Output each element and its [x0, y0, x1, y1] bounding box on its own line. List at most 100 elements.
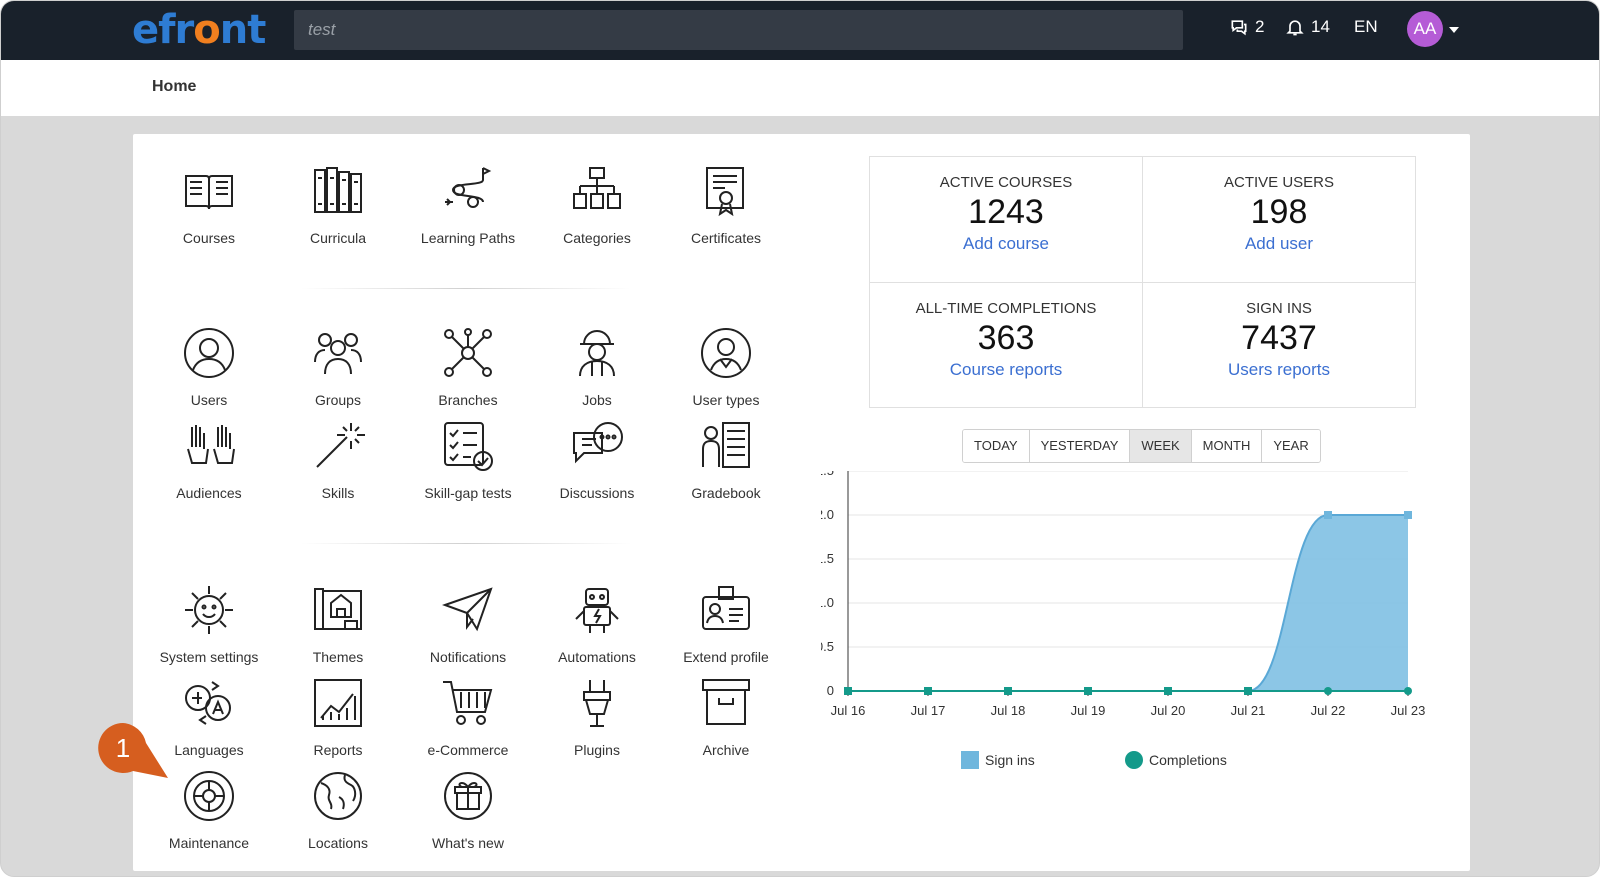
gift-badge-icon [444, 772, 492, 820]
id-card-icon [702, 586, 750, 630]
tile-locations[interactable]: Locations [273, 769, 403, 851]
tile-certificates[interactable]: Certificates [661, 164, 791, 246]
sign-ins-point [1004, 687, 1012, 695]
stat-title: ALL-TIME COMPLETIONS [915, 300, 1097, 317]
archive-box-icon [702, 679, 750, 725]
tile-plugins[interactable]: Plugins [532, 676, 662, 758]
plug-icon [583, 680, 611, 727]
network-icon [444, 328, 492, 377]
paper-plane-icon [442, 587, 493, 632]
add-course-link[interactable]: Add course [870, 234, 1142, 254]
legend-completions[interactable]: Completions [1125, 751, 1227, 769]
sign-ins-point [1244, 687, 1252, 695]
x-tick-label: Jul 19 [1071, 703, 1106, 718]
tile-skill-gap-tests[interactable]: Skill-gap tests [403, 419, 533, 501]
period-month-button[interactable]: MONTH [1191, 430, 1263, 462]
user-icon [184, 328, 234, 378]
users-reports-link[interactable]: Users reports [1143, 360, 1415, 380]
tile-label: Skill-gap tests [424, 485, 512, 501]
tile-user-types[interactable]: User types [661, 326, 791, 408]
tile-jobs[interactable]: Jobs [532, 326, 662, 408]
app-window: efront test 2 14 EN AA Home Courses Curr… [0, 0, 1600, 877]
group-icon [314, 333, 362, 375]
tile-label: What's new [432, 835, 504, 851]
tile-label: Locations [308, 835, 368, 851]
blueprint-icon [314, 588, 362, 630]
step-callout: 1 [98, 723, 168, 778]
tile-branches[interactable]: Branches [403, 326, 533, 408]
completions-point [1324, 687, 1332, 695]
tile-label: Maintenance [168, 835, 250, 851]
tile-courses[interactable]: Courses [144, 164, 274, 246]
user-type-icon [701, 328, 751, 378]
checklist-icon [444, 422, 493, 471]
tile-archive[interactable]: Archive [661, 676, 791, 758]
messages-button[interactable]: 2 [1229, 17, 1264, 37]
y-tick-label: 2.5 [821, 471, 834, 478]
avatar[interactable]: AA [1407, 11, 1443, 47]
stat-title: ACTIVE USERS [1223, 174, 1335, 191]
notifications-count: 14 [1311, 17, 1330, 36]
chevron-down-icon[interactable] [1449, 27, 1459, 33]
tile-extend-profile[interactable]: Extend profile [661, 583, 791, 665]
chat-icon [1231, 20, 1247, 36]
efront-logo[interactable]: efront [132, 7, 266, 53]
period-yesterday-button[interactable]: YESTERDAY [1029, 430, 1131, 462]
tile-label: Curricula [309, 230, 366, 246]
y-tick-label: 0.5 [821, 639, 834, 654]
tile-themes[interactable]: Themes [273, 583, 403, 665]
tile-discussions[interactable]: Discussions [532, 419, 662, 501]
tile-whats-new[interactable]: What's new [403, 769, 533, 851]
tile-audiences[interactable]: Audiences [144, 419, 274, 501]
legend-label: Sign ins [985, 752, 1035, 768]
x-tick-label: Jul 21 [1231, 703, 1266, 718]
add-user-link[interactable]: Add user [1143, 234, 1415, 254]
speech-bubbles-icon [573, 422, 623, 464]
tile-label: Users [190, 392, 228, 408]
course-reports-link[interactable]: Course reports [870, 360, 1142, 380]
tile-skills[interactable]: Skills [273, 419, 403, 501]
legend-sign-ins[interactable]: Sign ins [961, 751, 1035, 769]
tile-label: Groups [315, 392, 361, 408]
legend-swatch-completions [1125, 751, 1143, 769]
y-tick-label: 2.0 [821, 507, 834, 522]
breadcrumb-home[interactable]: Home [152, 78, 196, 96]
period-today-button[interactable]: TODAY [963, 430, 1030, 462]
tile-system-settings[interactable]: System settings [144, 583, 274, 665]
tile-label: Reports [313, 742, 363, 758]
sign-ins-point [1324, 511, 1332, 519]
tile-reports[interactable]: Reports [273, 676, 403, 758]
sign-ins-point [1404, 511, 1412, 519]
tile-label: Themes [312, 649, 364, 665]
x-tick-label: Jul 23 [1391, 703, 1426, 718]
tile-label: Discussions [559, 485, 635, 501]
search-input[interactable]: test [294, 10, 1183, 50]
tile-label: Gradebook [691, 485, 761, 501]
sign-ins-point [1084, 687, 1092, 695]
y-tick-label: 1.5 [821, 551, 834, 566]
legend-swatch-sign-ins [961, 751, 979, 769]
tile-categories[interactable]: Categories [532, 164, 662, 246]
tile-gradebook[interactable]: Gradebook [661, 419, 791, 501]
period-week-button[interactable]: WEEK [1130, 430, 1192, 462]
stat-completions: ALL-TIME COMPLETIONS 363 Course reports [870, 283, 1142, 408]
tile-groups[interactable]: Groups [273, 326, 403, 408]
chart-report-icon [314, 679, 362, 727]
tile-curricula[interactable]: Curricula [273, 164, 403, 246]
tile-users[interactable]: Users [144, 326, 274, 408]
tile-automations[interactable]: Automations [532, 583, 662, 665]
tile-learning-paths[interactable]: Learning Paths [403, 164, 533, 246]
book-icon [185, 175, 233, 210]
shopping-cart-icon [443, 681, 493, 725]
breadcrumb: Home [1, 60, 1599, 116]
gear-icon [185, 586, 233, 634]
callout-number: 1 [115, 733, 131, 763]
notifications-button[interactable]: 14 [1285, 17, 1330, 37]
period-year-button[interactable]: YEAR [1262, 430, 1320, 462]
sign-ins-point [924, 687, 932, 695]
tile-e-commerce[interactable]: e-Commerce [403, 676, 533, 758]
tile-notifications[interactable]: Notifications [403, 583, 533, 665]
stat-value: 1243 [968, 193, 1044, 231]
tile-label: Certificates [690, 230, 762, 246]
language-selector[interactable]: EN [1354, 17, 1378, 37]
